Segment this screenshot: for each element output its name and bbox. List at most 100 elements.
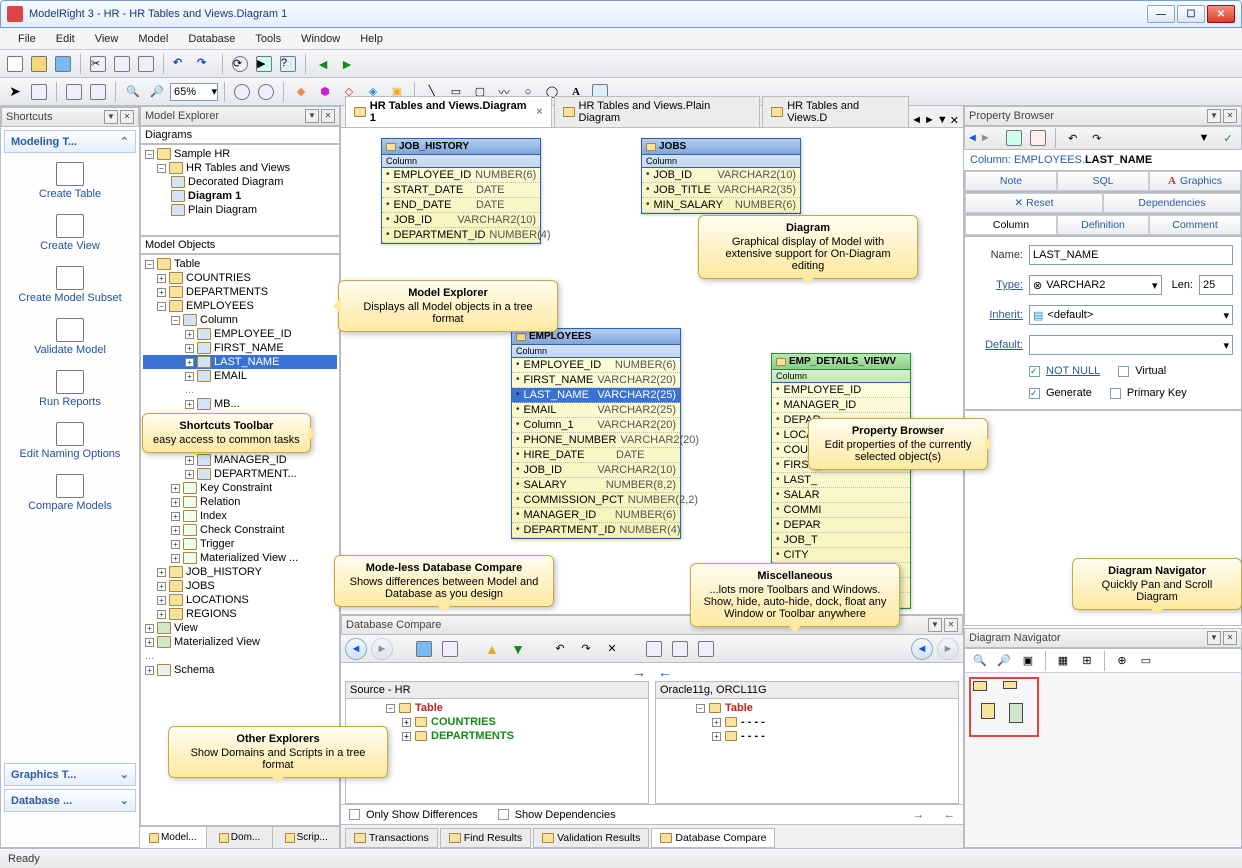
navigator-canvas[interactable] — [965, 673, 1241, 847]
compare-row[interactable]: +- - - - — [656, 715, 958, 729]
open-button[interactable] — [28, 53, 50, 75]
entity-column[interactable]: •HIRE_DATEDATE — [512, 448, 680, 463]
entity-column[interactable]: •LAST_ — [772, 473, 910, 488]
select-tool[interactable]: ➤ — [4, 81, 26, 103]
bottom-tab-transactions[interactable]: Transactions — [345, 828, 438, 848]
nav-back-button[interactable]: ◄ — [312, 53, 334, 75]
inherit-select[interactable]: ▤<default>▾ — [1029, 305, 1233, 325]
entity-column[interactable]: •JOB_IDVARCHAR2(10) — [382, 213, 540, 228]
menu-view[interactable]: View — [85, 30, 129, 48]
entity-column[interactable]: •JOB_IDVARCHAR2(10) — [512, 463, 680, 478]
prop-back[interactable]: ◄ — [967, 132, 978, 144]
entity-column[interactable]: •EMPLOYEE_ID — [772, 383, 910, 398]
explorer-tab[interactable]: Dom... — [207, 827, 274, 848]
zoom-level[interactable]: 65%▾ — [170, 83, 218, 101]
compare-row[interactable]: +DEPARTMENTS — [346, 729, 648, 743]
bottom-tab-find-results[interactable]: Find Results — [440, 828, 531, 848]
entity-jobs[interactable]: JOBSColumn•JOB_IDVARCHAR2(10)•JOB_TITLEV… — [641, 138, 801, 214]
undo-button[interactable]: ↶ — [170, 53, 192, 75]
generate-checkbox[interactable]: Generate — [1029, 387, 1092, 399]
entity-column[interactable]: •MANAGER_IDNUMBER(6) — [512, 508, 680, 523]
shortcut-compare-models[interactable]: Compare Models — [1, 468, 139, 520]
refresh-button[interactable]: ⟳ — [229, 53, 251, 75]
nav-zoom-in[interactable]: 🔍 — [969, 650, 991, 672]
compare-nav-fwd[interactable]: ► — [371, 638, 393, 660]
entity-column[interactable]: •PHONE_NUMBERVARCHAR2(20) — [512, 433, 680, 448]
grab-tool[interactable] — [28, 81, 50, 103]
bottom-tab-validation-results[interactable]: Validation Results — [533, 828, 649, 848]
column-item[interactable]: +EMAIL — [143, 369, 337, 383]
arrow-right-icon[interactable]: → — [913, 809, 924, 821]
property-tab-definition[interactable]: Definition — [1057, 215, 1149, 235]
compare-row[interactable]: +- - - - — [656, 729, 958, 743]
entity-column[interactable]: •CITY — [772, 548, 910, 563]
entity-column[interactable]: •END_DATEDATE — [382, 198, 540, 213]
tree-item[interactable]: ... — [143, 383, 337, 397]
entity-column[interactable]: •JOB_T — [772, 533, 910, 548]
shortcut-create-model-subset[interactable]: Create Model Subset — [1, 260, 139, 312]
entity-column[interactable]: •DEPARTMENT_IDNUMBER(4) — [512, 523, 680, 538]
diagram-item[interactable]: Plain Diagram — [143, 203, 337, 217]
diagram-canvas[interactable]: JOB_HISTORYColumn•EMPLOYEE_IDNUMBER(6)•S… — [341, 128, 963, 614]
apply-button[interactable]: ✓ — [1217, 127, 1239, 149]
property-tab-dependencies[interactable]: Dependencies — [1103, 193, 1241, 213]
save-button[interactable] — [52, 53, 74, 75]
tree-item[interactable]: −Table — [143, 257, 337, 271]
entity-column[interactable]: •START_DATEDATE — [382, 183, 540, 198]
entity-employees[interactable]: EMPLOYEESColumn•EMPLOYEE_IDNUMBER(6)•FIR… — [511, 328, 681, 539]
entity-column[interactable]: •MIN_SALARYNUMBER(6) — [642, 198, 800, 213]
entity-column[interactable]: •DEPAR — [772, 518, 910, 533]
help-button[interactable]: ? — [277, 53, 299, 75]
tree-item[interactable]: +Relation — [143, 495, 337, 509]
new-button[interactable] — [4, 53, 26, 75]
compare-list1[interactable] — [643, 638, 665, 660]
menu-model[interactable]: Model — [128, 30, 178, 48]
fit-button[interactable] — [231, 81, 253, 103]
compare-list3[interactable] — [695, 638, 717, 660]
compare-nav-back[interactable]: ◄ — [345, 638, 367, 660]
nav-fit[interactable]: ▣ — [1017, 650, 1039, 672]
nav-pan[interactable]: ⊕ — [1111, 650, 1133, 672]
default-select[interactable]: ▾ — [1029, 335, 1233, 355]
entity-column[interactable]: •JOB_TITLEVARCHAR2(35) — [642, 183, 800, 198]
document-tab[interactable]: HR Tables and Views.Plain Diagram — [554, 96, 761, 127]
shortcuts-group-graphics[interactable]: Graphics T...⌄ — [4, 763, 136, 786]
tree-item[interactable]: +JOB_HISTORY — [143, 565, 337, 579]
explorer-tab[interactable]: Scrip... — [273, 827, 340, 848]
len-input[interactable] — [1199, 275, 1233, 295]
compare-delete[interactable]: ✕ — [601, 638, 623, 660]
diagrams-tree[interactable]: −Sample HR −HR Tables and Views Decorate… — [140, 144, 340, 236]
compare-copy[interactable] — [439, 638, 461, 660]
tree-item[interactable]: +Materialized View ... — [143, 551, 337, 565]
document-tab[interactable]: HR Tables and Views.D — [762, 96, 909, 127]
compare-row[interactable]: −Table — [346, 701, 648, 715]
panel-pin-icon[interactable]: ▼ — [305, 109, 319, 123]
compare-right-grid[interactable]: Oracle11g, ORCL11G −Table+- - - -+- - - … — [655, 681, 959, 804]
entity-column[interactable]: •EMPLOYEE_IDNUMBER(6) — [512, 358, 680, 373]
entity-column[interactable]: •COMMISSION_PCTNUMBER(2,2) — [512, 493, 680, 508]
close-button[interactable]: ✕ — [1207, 5, 1235, 23]
entity-column[interactable]: •DEPARTMENT_IDNUMBER(4) — [382, 228, 540, 243]
type-select[interactable]: ⊗VARCHAR2▾ — [1029, 275, 1162, 295]
menu-file[interactable]: File — [8, 30, 46, 48]
tree-item[interactable]: ... — [143, 649, 337, 663]
shortcut-create-view[interactable]: Create View — [1, 208, 139, 260]
minimize-button[interactable]: — — [1147, 5, 1175, 23]
document-tab[interactable]: HR Tables and Views.Diagram 1 × — [345, 96, 552, 127]
property-tab-sql[interactable]: SQL — [1057, 171, 1149, 191]
column-item[interactable]: +DEPARTMENT... — [143, 467, 337, 481]
compare-undo[interactable]: ↶ — [549, 638, 571, 660]
pk-checkbox[interactable]: Primary Key — [1110, 387, 1187, 399]
filter-button[interactable]: ▼ — [1193, 127, 1215, 149]
prop-redo[interactable]: ↷ — [1086, 127, 1108, 149]
diagram-item[interactable]: Diagram 1 — [143, 189, 337, 203]
nav-scroll[interactable]: ▭ — [1135, 650, 1157, 672]
tree-item[interactable]: +REGIONS — [143, 607, 337, 621]
entity-column[interactable]: •MANAGER_ID — [772, 398, 910, 413]
entity-column[interactable]: •FIRST_NAMEVARCHAR2(20) — [512, 373, 680, 388]
tree-item[interactable]: +DEPARTMENTS — [143, 285, 337, 299]
compare-left-grid[interactable]: Source - HR −Table+COUNTRIES+DEPARTMENTS — [345, 681, 649, 804]
go-button[interactable]: ▶ — [253, 53, 275, 75]
entity-column[interactable]: •SALAR — [772, 488, 910, 503]
menu-edit[interactable]: Edit — [46, 30, 85, 48]
